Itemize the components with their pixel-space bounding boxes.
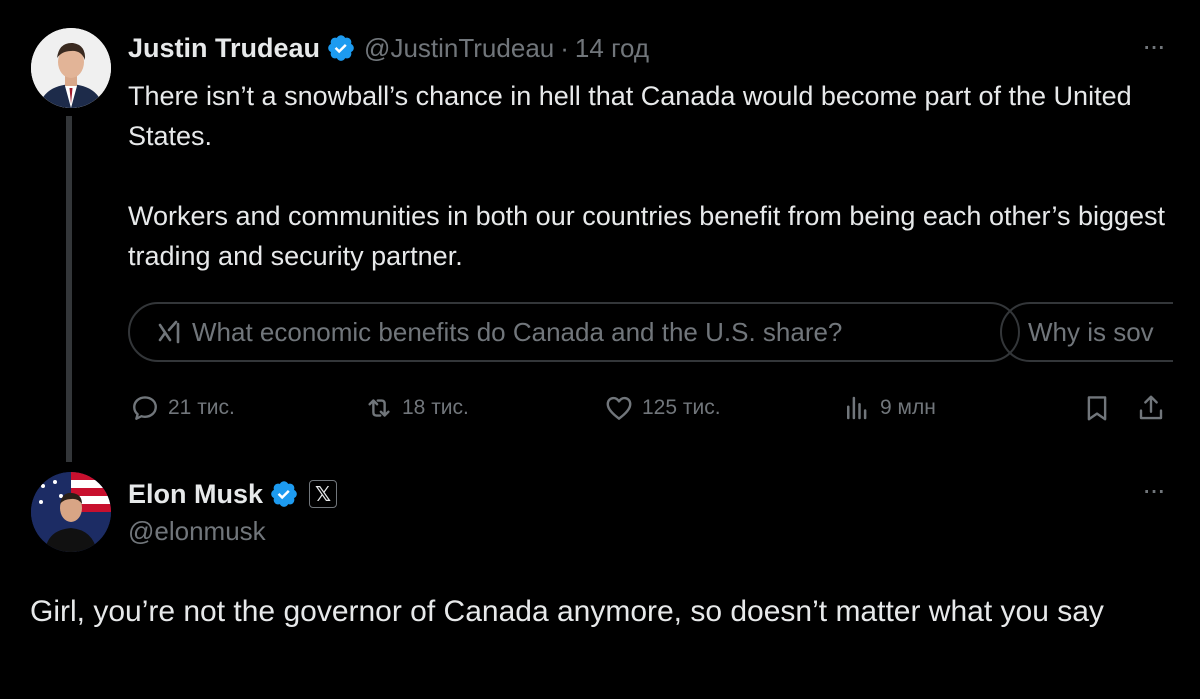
- verified-badge-icon[interactable]: [269, 479, 299, 509]
- author-handle[interactable]: @JustinTrudeau: [364, 33, 554, 64]
- share-icon: [1139, 395, 1163, 420]
- grok-prompt-text: Why is sov: [1028, 316, 1154, 347]
- tweet-text: There isn’t a snowball’s chance in hell …: [128, 76, 1168, 276]
- reply-icon: [133, 396, 157, 420]
- tweet-time[interactable]: 14 год: [575, 33, 649, 64]
- tweet-text: Girl, you’re not the governor of Canada …: [30, 595, 1104, 628]
- grok-prompt-text: What economic benefits do Canada and the…: [192, 316, 843, 347]
- thread-connector-line: [66, 116, 72, 462]
- grok-prompt-chip[interactable]: Why is sov: [1000, 302, 1173, 362]
- tweet-header: Justin Trudeau @JustinTrudeau · 14 год: [128, 30, 649, 66]
- time-separator: ·: [560, 32, 569, 63]
- retweet-icon: [368, 399, 390, 417]
- avatar-trudeau[interactable]: [31, 28, 111, 108]
- tweet-actions: 21 тис. 18 тис. 125 тис. 9 млн: [128, 386, 1178, 430]
- more-options-icon[interactable]: ···: [1142, 476, 1166, 504]
- views-button[interactable]: 9 млн: [842, 386, 936, 430]
- grok-icon: [156, 318, 184, 346]
- repost-button[interactable]: 18 тис.: [364, 386, 469, 430]
- like-button[interactable]: 125 тис.: [604, 386, 721, 430]
- views-count: 9 млн: [880, 396, 936, 419]
- views-icon: [847, 396, 867, 420]
- verified-badge-icon[interactable]: [326, 33, 356, 63]
- repost-count: 18 тис.: [402, 396, 469, 419]
- tweet-paragraph: There isn’t a snowball’s chance in hell …: [128, 81, 1132, 151]
- bookmark-button[interactable]: [1082, 386, 1112, 430]
- grok-prompt-chip[interactable]: What economic benefits do Canada and the…: [128, 302, 1020, 362]
- author-name[interactable]: Justin Trudeau: [128, 33, 320, 64]
- author-handle[interactable]: @elonmusk: [128, 516, 266, 547]
- x-affiliation-badge-icon[interactable]: 𝕏: [309, 480, 338, 508]
- tweet-trudeau[interactable]: Justin Trudeau @JustinTrudeau · 14 год ·…: [0, 0, 1200, 462]
- avatar-musk-image: [31, 472, 111, 552]
- reply-count: 21 тис.: [168, 396, 235, 419]
- avatar-trudeau-image: [31, 28, 111, 108]
- reply-button[interactable]: 21 тис.: [130, 386, 235, 430]
- grok-prompt-chips: What economic benefits do Canada and the…: [128, 302, 1173, 362]
- share-button[interactable]: [1136, 386, 1166, 430]
- more-options-icon[interactable]: ···: [1142, 32, 1166, 60]
- bookmark-icon: [1087, 396, 1107, 421]
- avatar-musk[interactable]: [31, 472, 111, 552]
- heart-icon: [606, 396, 632, 420]
- like-count: 125 тис.: [642, 396, 721, 419]
- tweet-paragraph: Workers and communities in both our coun…: [128, 201, 1166, 271]
- author-name[interactable]: Elon Musk: [128, 479, 263, 510]
- tweet-header: Elon Musk 𝕏: [128, 476, 338, 512]
